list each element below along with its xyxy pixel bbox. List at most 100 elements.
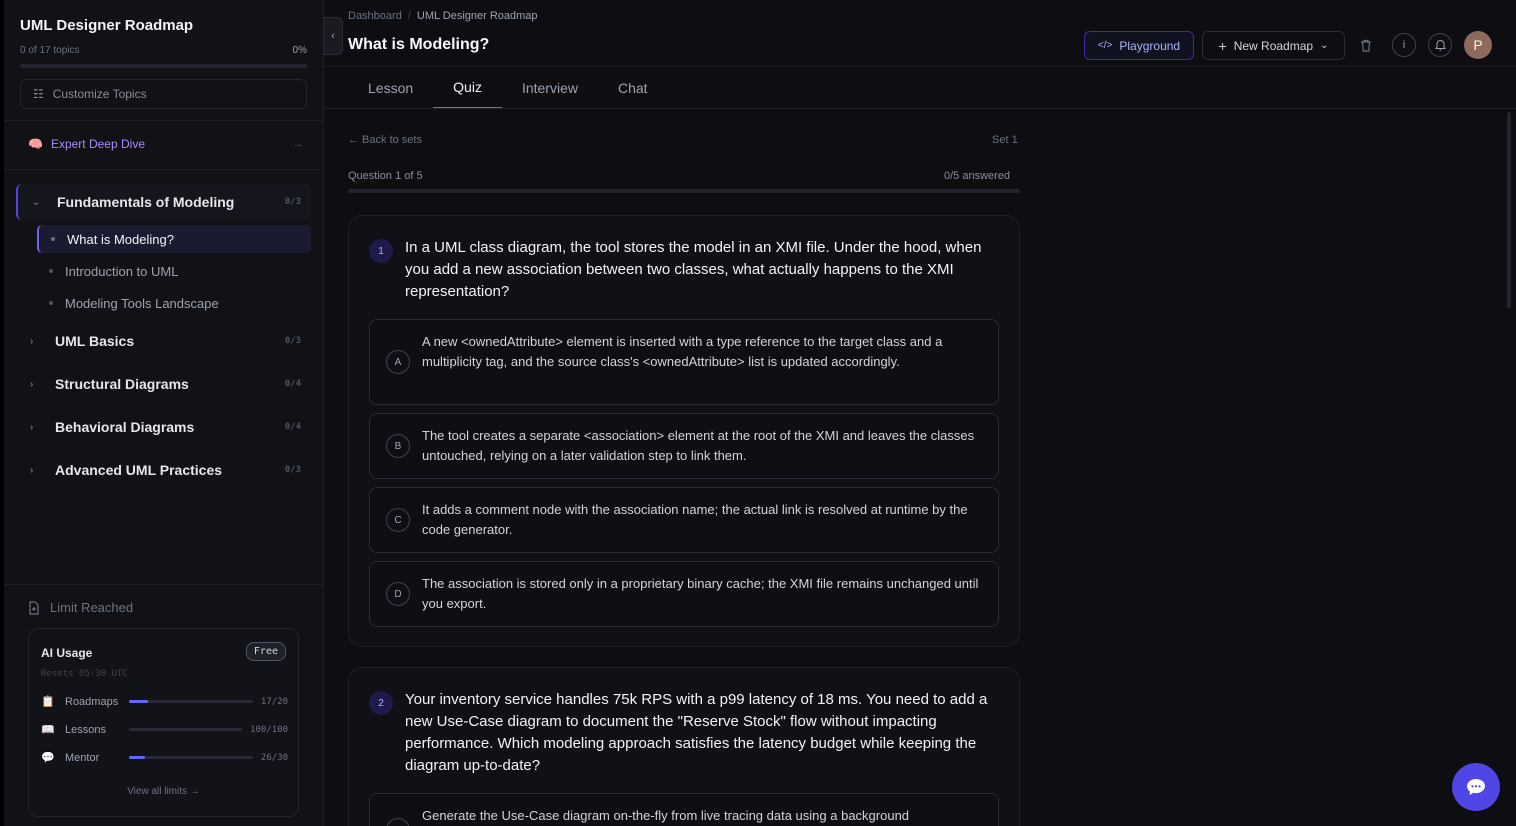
- usage-label: Lessons: [65, 723, 106, 736]
- usage-bar-fill: [129, 756, 146, 759]
- divider: [4, 120, 324, 121]
- lesson-introduction-to-uml[interactable]: Introduction to UML: [37, 257, 311, 285]
- progress-text: 0 of 17 topics: [20, 45, 80, 56]
- sidebar: UML Designer Roadmap 0 of 17 topics 0% ☷…: [4, 0, 324, 826]
- page-title: What is Modeling?: [348, 36, 490, 53]
- bullet-icon: [51, 237, 55, 241]
- tab-lesson[interactable]: Lesson: [348, 67, 433, 109]
- usage-value: 26/30: [260, 752, 288, 763]
- question-number-badge: 2: [369, 691, 393, 715]
- deep-dive-label: Expert Deep Dive: [50, 137, 145, 151]
- question-text: Your inventory service handles 75k RPS w…: [405, 691, 988, 774]
- question-card-2: 2 Your inventory service handles 75k RPS…: [348, 667, 1020, 826]
- ai-usage-card: AI Usage Free Resets 05:30 UTC 📋 Roadmap…: [28, 628, 299, 817]
- module-uml-basics[interactable]: › UML Basics 0/3: [16, 323, 311, 359]
- view-all-limits-link[interactable]: View all limits →: [29, 786, 298, 797]
- chat-fab-button[interactable]: [1452, 763, 1500, 811]
- book-icon: 📖: [41, 724, 55, 736]
- limit-label: Limit Reached: [50, 600, 134, 615]
- chevron-right-icon: ›: [30, 421, 34, 433]
- usage-label: Mentor: [65, 751, 100, 764]
- roadmap-title: UML Designer Roadmap: [20, 17, 194, 34]
- option-c[interactable]: C It adds a comment node with the associ…: [369, 487, 999, 553]
- lesson-modeling-tools-landscape[interactable]: Modeling Tools Landscape: [37, 289, 311, 317]
- expert-deep-dive-link[interactable]: 🧠 Expert Deep Dive →: [28, 137, 303, 151]
- option-b[interactable]: B The tool creates a separate <associati…: [369, 413, 999, 479]
- usage-bar: [129, 756, 253, 759]
- module-structural-diagrams[interactable]: › Structural Diagrams 0/4: [16, 366, 311, 402]
- playground-label: Playground: [1119, 38, 1181, 53]
- module-count: 0/4: [284, 379, 301, 389]
- bell-icon[interactable]: [1428, 33, 1452, 57]
- option-letter: D: [386, 582, 410, 606]
- info-icon[interactable]: i: [1392, 33, 1416, 57]
- scrollbar-thumb[interactable]: [1507, 112, 1511, 308]
- main-content: Dashboard / UML Designer Roadmap What is…: [324, 0, 1516, 826]
- breadcrumb-current: UML Designer Roadmap: [416, 10, 538, 22]
- option-text: The association is stored only in a prop…: [422, 576, 979, 611]
- usage-row-roadmaps: 📋 Roadmaps 17/20: [41, 695, 288, 709]
- chevron-left-icon: ‹: [331, 30, 335, 42]
- module-count: 0/3: [284, 336, 301, 346]
- lesson-label: Introduction to UML: [65, 263, 179, 279]
- customize-topics-button[interactable]: ☷ Customize Topics: [20, 79, 307, 109]
- divider: [4, 169, 324, 170]
- usage-row-lessons: 📖 Lessons 100/100: [41, 723, 288, 737]
- module-count: 0/3: [284, 465, 301, 475]
- customize-topics-label: Customize Topics: [52, 87, 147, 101]
- question-number-badge: 1: [369, 239, 393, 263]
- tab-bar: Lesson Quiz Interview Chat: [348, 67, 668, 109]
- divider: [4, 584, 324, 585]
- module-behavioral-diagrams[interactable]: › Behavioral Diagrams 0/4: [16, 409, 311, 445]
- collapse-sidebar-button[interactable]: ‹: [323, 17, 343, 55]
- new-roadmap-button[interactable]: + New Roadmap ⌄: [1202, 31, 1345, 60]
- option-a[interactable]: A Generate the Use-Case diagram on-the-f…: [369, 793, 999, 826]
- tab-interview[interactable]: Interview: [502, 67, 598, 109]
- module-advanced-uml-practices[interactable]: › Advanced UML Practices 0/3: [16, 452, 311, 488]
- breadcrumb-separator: /: [407, 10, 411, 22]
- module-count: 0/4: [284, 422, 301, 432]
- back-to-sets-link[interactable]: ← Back to sets: [348, 134, 422, 146]
- module-label: Behavioral Diagrams: [55, 419, 195, 435]
- tab-quiz[interactable]: Quiz: [433, 67, 502, 109]
- usage-title: AI Usage: [41, 646, 93, 660]
- plus-icon: +: [1218, 37, 1227, 54]
- option-a[interactable]: A A new <ownedAttribute> element is inse…: [369, 319, 999, 405]
- chevron-down-icon: ⌄: [32, 196, 41, 208]
- tab-chat[interactable]: Chat: [598, 67, 668, 109]
- code-icon: </>: [1097, 40, 1113, 51]
- option-text: Generate the Use-Case diagram on-the-fly…: [422, 808, 910, 823]
- chevron-right-icon: ›: [30, 335, 34, 347]
- question-text: In a UML class diagram, the tool stores …: [405, 239, 982, 300]
- option-letter: B: [386, 434, 410, 458]
- playground-button[interactable]: </> Playground: [1084, 31, 1194, 60]
- usage-row-mentor: 💬 Mentor 26/30: [41, 751, 288, 765]
- trash-icon[interactable]: [1354, 33, 1378, 57]
- breadcrumb-dashboard[interactable]: Dashboard: [348, 10, 402, 22]
- lesson-label: Modeling Tools Landscape: [65, 295, 219, 311]
- usage-reset-time: Resets 05:30 UTC: [41, 669, 128, 679]
- usage-value: 17/20: [260, 696, 288, 707]
- option-d[interactable]: D The association is stored only in a pr…: [369, 561, 999, 627]
- progress-bar: [20, 64, 307, 68]
- usage-label: Roadmaps: [65, 695, 119, 708]
- file-icon: [29, 600, 39, 615]
- bullet-icon: [49, 269, 53, 273]
- avatar[interactable]: P: [1464, 31, 1492, 59]
- option-text: The tool creates a separate <association…: [422, 428, 975, 463]
- progress-percent: 0%: [292, 45, 307, 56]
- module-fundamentals-of-modeling[interactable]: ⌄ Fundamentals of Modeling 0/3: [16, 184, 311, 220]
- brain-icon: 🧠: [28, 137, 43, 151]
- chevron-right-icon: ›: [30, 378, 34, 390]
- chevron-down-icon: ⌄: [1320, 40, 1329, 51]
- arrow-right-icon: →: [292, 138, 303, 150]
- lesson-label: What is Modeling?: [67, 231, 174, 247]
- limit-reached-notice: Limit Reached: [28, 600, 133, 615]
- bullet-icon: [49, 301, 53, 305]
- module-label: Fundamentals of Modeling: [57, 194, 235, 210]
- chevron-right-icon: ›: [30, 464, 34, 476]
- option-letter: A: [386, 350, 410, 374]
- option-letter: C: [386, 508, 410, 532]
- clipboard-icon: 📋: [41, 696, 55, 708]
- lesson-what-is-modeling[interactable]: What is Modeling?: [37, 225, 311, 253]
